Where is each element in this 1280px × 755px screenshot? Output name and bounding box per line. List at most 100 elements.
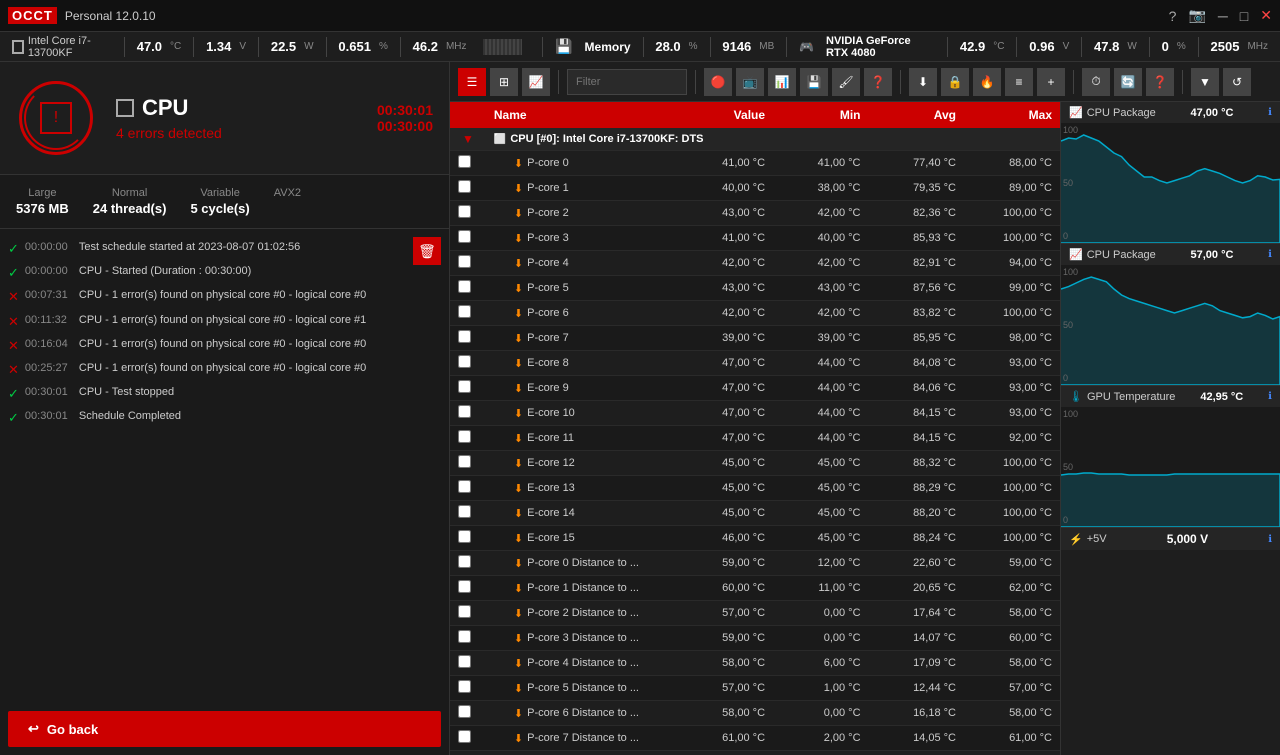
view-chart-btn[interactable]: 📈 (522, 68, 550, 96)
toolbar-sep5 (1182, 70, 1183, 94)
row-checkbox[interactable] (458, 655, 471, 668)
row-check-cell[interactable] (450, 201, 486, 226)
row-name-cell: ⬇ P-core 3 Distance to ... (486, 626, 677, 651)
left-panel: ! CPU 4 errors detected 00:30:01 00:30:0… (0, 62, 450, 755)
row-check-cell[interactable] (450, 526, 486, 551)
table-container[interactable]: Name Value Min Avg Max ▼ (450, 102, 1060, 755)
tb-btn13[interactable]: 🔄 (1114, 68, 1142, 96)
row-check-cell[interactable] (450, 651, 486, 676)
graph-info-btn-0[interactable]: ℹ (1268, 107, 1272, 118)
maximize-btn[interactable]: □ (1240, 8, 1248, 24)
tb-btn12[interactable]: ⏱ (1082, 68, 1110, 96)
log-time: 00:30:01 (25, 385, 73, 400)
tb-btn5[interactable]: 🖌 (832, 68, 860, 96)
row-checkbox[interactable] (458, 255, 471, 268)
col-max: Max (964, 102, 1060, 128)
row-check-cell[interactable] (450, 401, 486, 426)
row-checkbox[interactable] (458, 555, 471, 568)
row-checkbox[interactable] (458, 355, 471, 368)
row-check-cell[interactable] (450, 501, 486, 526)
row-name-cell: ⬇ P-core 4 (486, 251, 677, 276)
row-checkbox[interactable] (458, 430, 471, 443)
tb-btn4[interactable]: 💾 (800, 68, 828, 96)
row-min-cell: 44,00 °C (773, 401, 868, 426)
row-check-cell[interactable] (450, 151, 486, 176)
row-check-cell[interactable] (450, 451, 486, 476)
row-checkbox[interactable] (458, 305, 471, 318)
row-check-cell[interactable] (450, 626, 486, 651)
row-check-cell[interactable] (450, 226, 486, 251)
row-check-cell[interactable] (450, 726, 486, 751)
tb-btn3[interactable]: 📊 (768, 68, 796, 96)
expand-btn[interactable]: ▼ (458, 132, 478, 146)
tb-btn1[interactable]: 🔴 (704, 68, 732, 96)
row-check-cell[interactable] (450, 351, 486, 376)
row-checkbox[interactable] (458, 280, 471, 293)
view-grid-btn[interactable]: ⊞ (490, 68, 518, 96)
row-value-cell: 45,00 °C (677, 476, 773, 501)
row-checkbox[interactable] (458, 530, 471, 543)
tb-refresh-btn[interactable]: ↺ (1223, 68, 1251, 96)
tb-btn2[interactable]: 📺 (736, 68, 764, 96)
row-checkbox[interactable] (458, 480, 471, 493)
row-check-cell[interactable] (450, 251, 486, 276)
row-checkbox[interactable] (458, 155, 471, 168)
group-expand-cell[interactable]: ▼ (450, 128, 486, 151)
row-checkbox[interactable] (458, 205, 471, 218)
graph-info-btn-1[interactable]: ℹ (1268, 249, 1272, 260)
row-checkbox[interactable] (458, 705, 471, 718)
row-check-cell[interactable] (450, 701, 486, 726)
filter-input[interactable] (567, 69, 687, 95)
row-check-cell[interactable] (450, 301, 486, 326)
delete-log-btn[interactable]: 🗑 (413, 237, 441, 265)
tb-btn6[interactable]: ❓ (864, 68, 892, 96)
row-check-cell[interactable] (450, 601, 486, 626)
sep10 (947, 37, 948, 57)
voltage-info-btn[interactable]: ℹ (1268, 534, 1272, 545)
tb-btn11[interactable]: + (1037, 68, 1065, 96)
row-min-cell: 45,00 °C (773, 476, 868, 501)
camera-icon[interactable]: 📷 (1188, 7, 1205, 24)
row-checkbox[interactable] (458, 580, 471, 593)
row-check-cell[interactable] (450, 326, 486, 351)
row-check-cell[interactable] (450, 276, 486, 301)
row-check-cell[interactable] (450, 376, 486, 401)
row-checkbox[interactable] (458, 680, 471, 693)
row-check-cell[interactable] (450, 576, 486, 601)
row-checkbox[interactable] (458, 455, 471, 468)
row-checkbox[interactable] (458, 505, 471, 518)
row-min-cell: 2,00 °C (773, 726, 868, 751)
tb-btn9[interactable]: 🔥 (973, 68, 1001, 96)
cpu-inner-icon: ! (40, 102, 72, 134)
row-checkbox[interactable] (458, 380, 471, 393)
tb-btn7[interactable]: ⬇ (909, 68, 937, 96)
row-checkbox[interactable] (458, 180, 471, 193)
row-check-cell[interactable] (450, 426, 486, 451)
row-check-cell[interactable] (450, 676, 486, 701)
row-value-cell: 59,00 °C (677, 626, 773, 651)
cpu-watt-unit: W (304, 41, 313, 52)
row-checkbox[interactable] (458, 230, 471, 243)
row-checkbox[interactable] (458, 330, 471, 343)
view-list-btn[interactable]: ☰ (458, 68, 486, 96)
row-name-cell: ⬇ P-core 4 Distance to ... (486, 651, 677, 676)
tb-btn10[interactable]: ≡ (1005, 68, 1033, 96)
tb-filter-btn[interactable]: ▼ (1191, 68, 1219, 96)
row-check-cell[interactable] (450, 751, 486, 755)
help-icon[interactable]: ? (1169, 8, 1177, 24)
row-check-cell[interactable] (450, 551, 486, 576)
graph-info-btn-2[interactable]: ℹ (1268, 391, 1272, 402)
tb-btn14[interactable]: ❓ (1146, 68, 1174, 96)
minimize-btn[interactable]: ─ (1218, 8, 1228, 24)
row-check-cell[interactable] (450, 176, 486, 201)
tb-btn8[interactable]: 🔒 (941, 68, 969, 96)
row-checkbox[interactable] (458, 605, 471, 618)
go-back-btn[interactable]: ↩ Go back (8, 711, 441, 747)
close-btn[interactable]: ✕ (1260, 7, 1272, 24)
row-check-cell[interactable] (450, 476, 486, 501)
row-checkbox[interactable] (458, 730, 471, 743)
row-checkbox[interactable] (458, 405, 471, 418)
voltage-label: +5V (1087, 533, 1107, 545)
row-checkbox[interactable] (458, 630, 471, 643)
row-min-cell: 39,00 °C (773, 326, 868, 351)
